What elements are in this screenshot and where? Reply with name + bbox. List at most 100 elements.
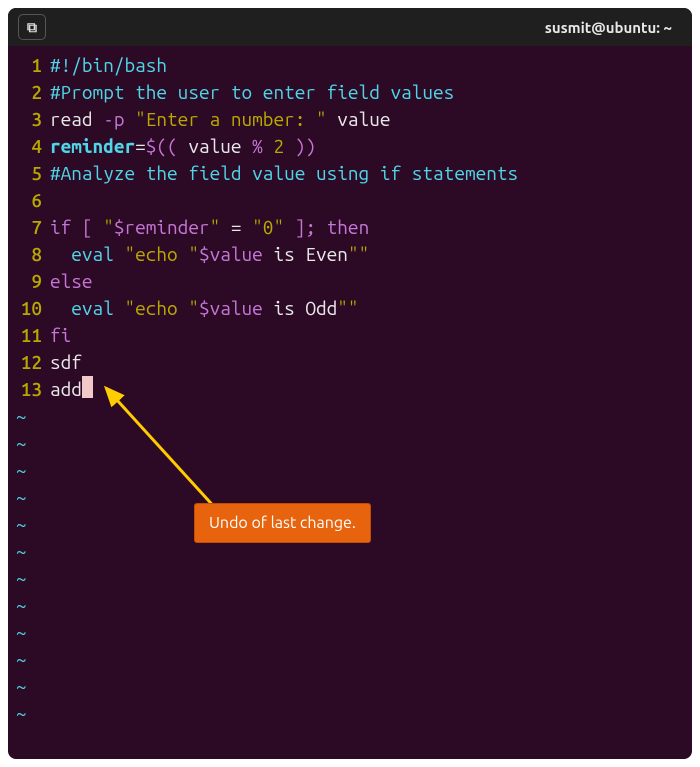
code-line: 3read -p "Enter a number: " value [8, 106, 692, 133]
code-content: else [50, 268, 692, 295]
line-number: 11 [8, 322, 50, 349]
token: " [103, 216, 114, 238]
token: 2 [273, 135, 294, 157]
empty-line: ~ [8, 538, 692, 565]
token: sdf [50, 351, 82, 373]
empty-line: ~ [8, 484, 692, 511]
code-line: 8 eval "echo "$value is Even"" [8, 241, 692, 268]
tilde-icon: ~ [8, 700, 27, 727]
token: -p [103, 108, 135, 130]
empty-line: ~ [8, 457, 692, 484]
tilde-icon: ~ [8, 673, 27, 700]
token: "echo " [124, 243, 198, 265]
token: ]; then [284, 216, 369, 238]
code-content: #Prompt the user to enter field values [50, 79, 692, 106]
empty-line: ~ [8, 646, 692, 673]
terminal-window: ⧉ susmit@ubuntu: ~ 1#!/bin/bash2#Prompt … [8, 8, 692, 759]
code-content: read -p "Enter a number: " value [50, 106, 692, 133]
token: read [50, 108, 103, 130]
cursor [82, 376, 93, 398]
code-line: 12sdf [8, 349, 692, 376]
token: else [50, 270, 93, 292]
code-content: reminder=$(( value % 2 )) [50, 133, 692, 160]
token: "0" [252, 216, 284, 238]
titlebar-left: ⧉ [18, 14, 46, 40]
code-content: if [ "$reminder" = "0" ]; then [50, 214, 692, 241]
code-line: 6 [8, 187, 692, 214]
line-number: 6 [8, 187, 50, 214]
token: reminder [50, 135, 135, 157]
token: $value [199, 243, 263, 265]
code-line: 9else [8, 268, 692, 295]
code-content: eval "echo "$value is Even"" [50, 241, 692, 268]
token: value [188, 135, 252, 157]
token: fi [50, 324, 71, 346]
new-tab-icon: ⧉ [27, 19, 37, 36]
token: is Odd [263, 297, 337, 319]
editor-area[interactable]: 1#!/bin/bash2#Prompt the user to enter f… [8, 46, 692, 759]
code-line: 7if [ "$reminder" = "0" ]; then [8, 214, 692, 241]
tilde-icon: ~ [8, 592, 27, 619]
token: "Enter a number: " [135, 108, 327, 130]
token: add [50, 378, 82, 400]
token: $value [199, 297, 263, 319]
line-number: 8 [8, 241, 50, 268]
line-number: 10 [8, 295, 50, 322]
code-line: 2#Prompt the user to enter field values [8, 79, 692, 106]
line-number: 1 [8, 52, 50, 79]
code-content: add [50, 376, 692, 403]
token: )) [295, 135, 316, 157]
token [50, 297, 71, 319]
token: % [252, 135, 273, 157]
tilde-icon: ~ [8, 403, 27, 430]
tilde-icon: ~ [8, 430, 27, 457]
empty-line: ~ [8, 403, 692, 430]
token: "" [337, 297, 358, 319]
code-line: 11fi [8, 322, 692, 349]
token: if [ [50, 216, 103, 238]
code-content: #Analyze the field value using if statem… [50, 160, 692, 187]
empty-line: ~ [8, 592, 692, 619]
token: eval [71, 243, 124, 265]
code-line: 1#!/bin/bash [8, 52, 692, 79]
empty-line: ~ [8, 565, 692, 592]
token: eval [71, 297, 124, 319]
token: is Even [263, 243, 348, 265]
line-number: 3 [8, 106, 50, 133]
code-content [50, 187, 692, 214]
tilde-icon: ~ [8, 457, 27, 484]
code-content: sdf [50, 349, 692, 376]
line-number: 2 [8, 79, 50, 106]
token: value [327, 108, 391, 130]
token: $(( [146, 135, 189, 157]
token: = [220, 216, 252, 238]
tilde-icon: ~ [8, 619, 27, 646]
tilde-icon: ~ [8, 538, 27, 565]
code-content: #!/bin/bash [50, 52, 692, 79]
line-number: 4 [8, 133, 50, 160]
line-number: 9 [8, 268, 50, 295]
empty-line: ~ [8, 700, 692, 727]
token: " [210, 216, 221, 238]
token: "" [348, 243, 369, 265]
code-line: 5#Analyze the field value using if state… [8, 160, 692, 187]
empty-line: ~ [8, 430, 692, 457]
token [50, 243, 71, 265]
line-number: 5 [8, 160, 50, 187]
tilde-icon: ~ [8, 565, 27, 592]
token: #Analyze the field value using if statem… [50, 162, 518, 184]
code-content: eval "echo "$value is Odd"" [50, 295, 692, 322]
token: $reminder [114, 216, 210, 238]
token: "echo " [124, 297, 198, 319]
token: #Prompt the user to enter field values [50, 81, 454, 103]
tilde-icon: ~ [8, 646, 27, 673]
token: = [135, 135, 146, 157]
empty-line: ~ [8, 619, 692, 646]
tilde-icon: ~ [8, 511, 27, 538]
line-number: 12 [8, 349, 50, 376]
code-content: fi [50, 322, 692, 349]
empty-line: ~ [8, 673, 692, 700]
new-tab-button[interactable]: ⧉ [18, 14, 46, 40]
code-line: 13add [8, 376, 692, 403]
line-number: 13 [8, 376, 50, 403]
